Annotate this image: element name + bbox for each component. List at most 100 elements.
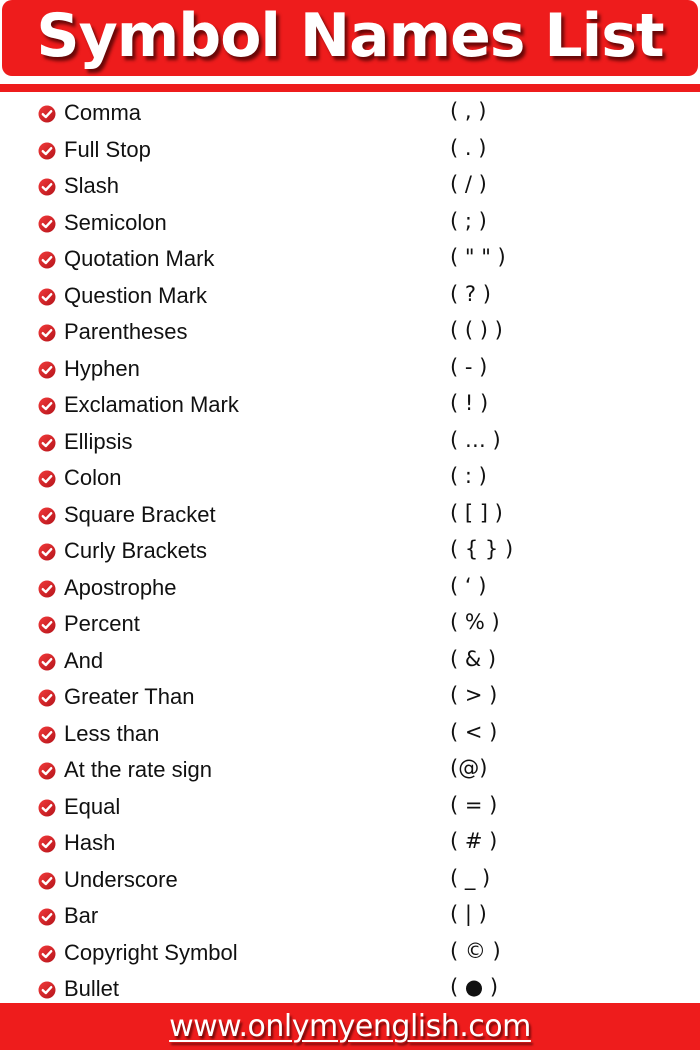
check-circle-icon — [38, 470, 56, 488]
symbol-glyph: ( - ) — [450, 354, 488, 379]
symbol-name: Colon — [64, 465, 122, 490]
check-circle-icon — [38, 835, 56, 853]
symbol-glyph: ( . ) — [450, 135, 487, 160]
symbol-name: Greater Than — [64, 684, 195, 709]
symbol-glyph: ( ( ) ) — [450, 318, 503, 342]
symbol-name: Exclamation Mark — [64, 392, 239, 417]
symbol-name: Ellipsis — [64, 428, 133, 454]
list-item: Equal ( = ) — [0, 789, 700, 826]
symbol-name: Bullet — [64, 976, 120, 1001]
check-circle-icon — [38, 653, 56, 671]
symbol-name: Slash — [64, 173, 120, 198]
check-circle-icon — [38, 981, 56, 999]
check-circle-icon — [38, 288, 56, 306]
list-item: Underscore ( _ ) — [0, 862, 700, 899]
symbol-name: Apostrophe — [64, 574, 177, 600]
list-item: Question Mark ( ? ) — [0, 278, 700, 315]
symbol-glyph: ( | ) — [450, 902, 487, 926]
symbol-glyph: ( " " ) — [450, 245, 506, 269]
check-circle-icon — [38, 361, 56, 379]
check-circle-icon — [38, 178, 56, 196]
symbol-glyph: ( = ) — [450, 792, 498, 817]
list-item: And ( & ) — [0, 643, 700, 680]
symbol-glyph: ( [ ] ) — [450, 500, 503, 525]
symbol-name: Full Stop — [64, 136, 151, 162]
check-circle-icon — [38, 616, 56, 634]
symbol-glyph: ( : ) — [450, 464, 487, 488]
symbol-glyph: ( > ) — [450, 683, 498, 707]
check-circle-icon — [38, 324, 56, 342]
symbol-name: At the rate sign — [64, 757, 212, 782]
list-item: Hyphen ( - ) — [0, 351, 700, 388]
list-item: Colon ( : ) — [0, 460, 700, 497]
symbol-glyph: ( / ) — [450, 172, 487, 196]
symbol-glyph: ( < ) — [450, 719, 498, 744]
list-item: Percent ( % ) — [0, 606, 700, 643]
check-circle-icon — [38, 945, 56, 963]
page-title: Symbol Names List — [36, 1, 664, 71]
list-item: Quotation Mark ( " " ) — [0, 241, 700, 278]
list-item: Square Bracket ( [ ] ) — [0, 497, 700, 534]
check-circle-icon — [38, 507, 56, 525]
check-circle-icon — [38, 908, 56, 926]
list-item: Exclamation Mark ( ! ) — [0, 387, 700, 424]
check-circle-icon — [38, 872, 56, 890]
symbol-name: Question Mark — [64, 282, 208, 308]
list-item: Greater Than ( > ) — [0, 679, 700, 716]
check-circle-icon — [38, 580, 56, 598]
symbol-name: Curly Brackets — [64, 538, 208, 563]
list-item: Hash ( # ) — [0, 825, 700, 862]
symbol-name: Equal — [64, 793, 121, 819]
list-item: Curly Brackets ( { } ) — [0, 533, 700, 570]
check-circle-icon — [38, 251, 56, 269]
symbol-glyph: ( ● ) — [450, 975, 499, 999]
symbol-glyph: ( % ) — [450, 610, 500, 634]
symbol-name: Square Bracket — [64, 501, 216, 527]
check-circle-icon — [38, 543, 56, 561]
check-circle-icon — [38, 726, 56, 744]
symbol-glyph: (@) — [450, 756, 488, 780]
check-circle-icon — [38, 215, 56, 233]
list-item: Semicolon ( ; ) — [0, 205, 700, 242]
symbol-glyph: ( ; ) — [450, 208, 487, 233]
list-item: Slash ( / ) — [0, 168, 700, 205]
symbol-glyph: ( ‘ ) — [450, 573, 487, 598]
list-item: Ellipsis ( … ) — [0, 424, 700, 461]
symbol-glyph: ( ? ) — [450, 281, 491, 306]
symbol-name: Hash — [64, 830, 116, 855]
website-link[interactable]: www.onlymyenglish.com — [169, 1009, 531, 1044]
header-banner: Symbol Names List — [2, 0, 698, 76]
header-divider — [0, 84, 700, 92]
symbol-name: Bar — [64, 903, 99, 928]
list-item: Comma ( , ) — [0, 95, 700, 132]
list-item: Full Stop ( . ) — [0, 132, 700, 169]
symbol-name: Underscore — [64, 866, 178, 892]
list-item: Copyright Symbol ( © ) — [0, 935, 700, 972]
symbol-name: Less than — [64, 720, 160, 746]
symbol-name: Copyright Symbol — [64, 939, 238, 965]
symbol-glyph: ( ! ) — [450, 391, 489, 415]
list-item: Parentheses ( ( ) ) — [0, 314, 700, 351]
symbol-name: Semicolon — [64, 209, 167, 235]
list-item: Less than ( < ) — [0, 716, 700, 753]
symbol-glyph: ( © ) — [450, 938, 501, 963]
list-item: Apostrophe ( ‘ ) — [0, 570, 700, 607]
symbol-name: Parentheses — [64, 319, 188, 344]
symbol-name: Comma — [64, 100, 142, 125]
symbol-name: Percent — [64, 611, 140, 636]
check-circle-icon — [38, 689, 56, 707]
symbol-glyph: ( & ) — [450, 646, 497, 671]
check-circle-icon — [38, 434, 56, 452]
check-circle-icon — [38, 397, 56, 415]
symbol-glyph: ( , ) — [450, 99, 487, 123]
symbol-name: Quotation Mark — [64, 246, 215, 271]
symbol-glyph: ( { } ) — [450, 537, 514, 561]
check-circle-icon — [38, 799, 56, 817]
check-circle-icon — [38, 762, 56, 780]
symbol-glyph: ( _ ) — [450, 865, 491, 890]
check-circle-icon — [38, 105, 56, 123]
footer-banner: www.onlymyenglish.com — [0, 1003, 700, 1050]
symbol-glyph: ( # ) — [450, 829, 498, 853]
symbol-glyph: ( … ) — [450, 427, 501, 452]
list-item: Bar ( | ) — [0, 898, 700, 935]
